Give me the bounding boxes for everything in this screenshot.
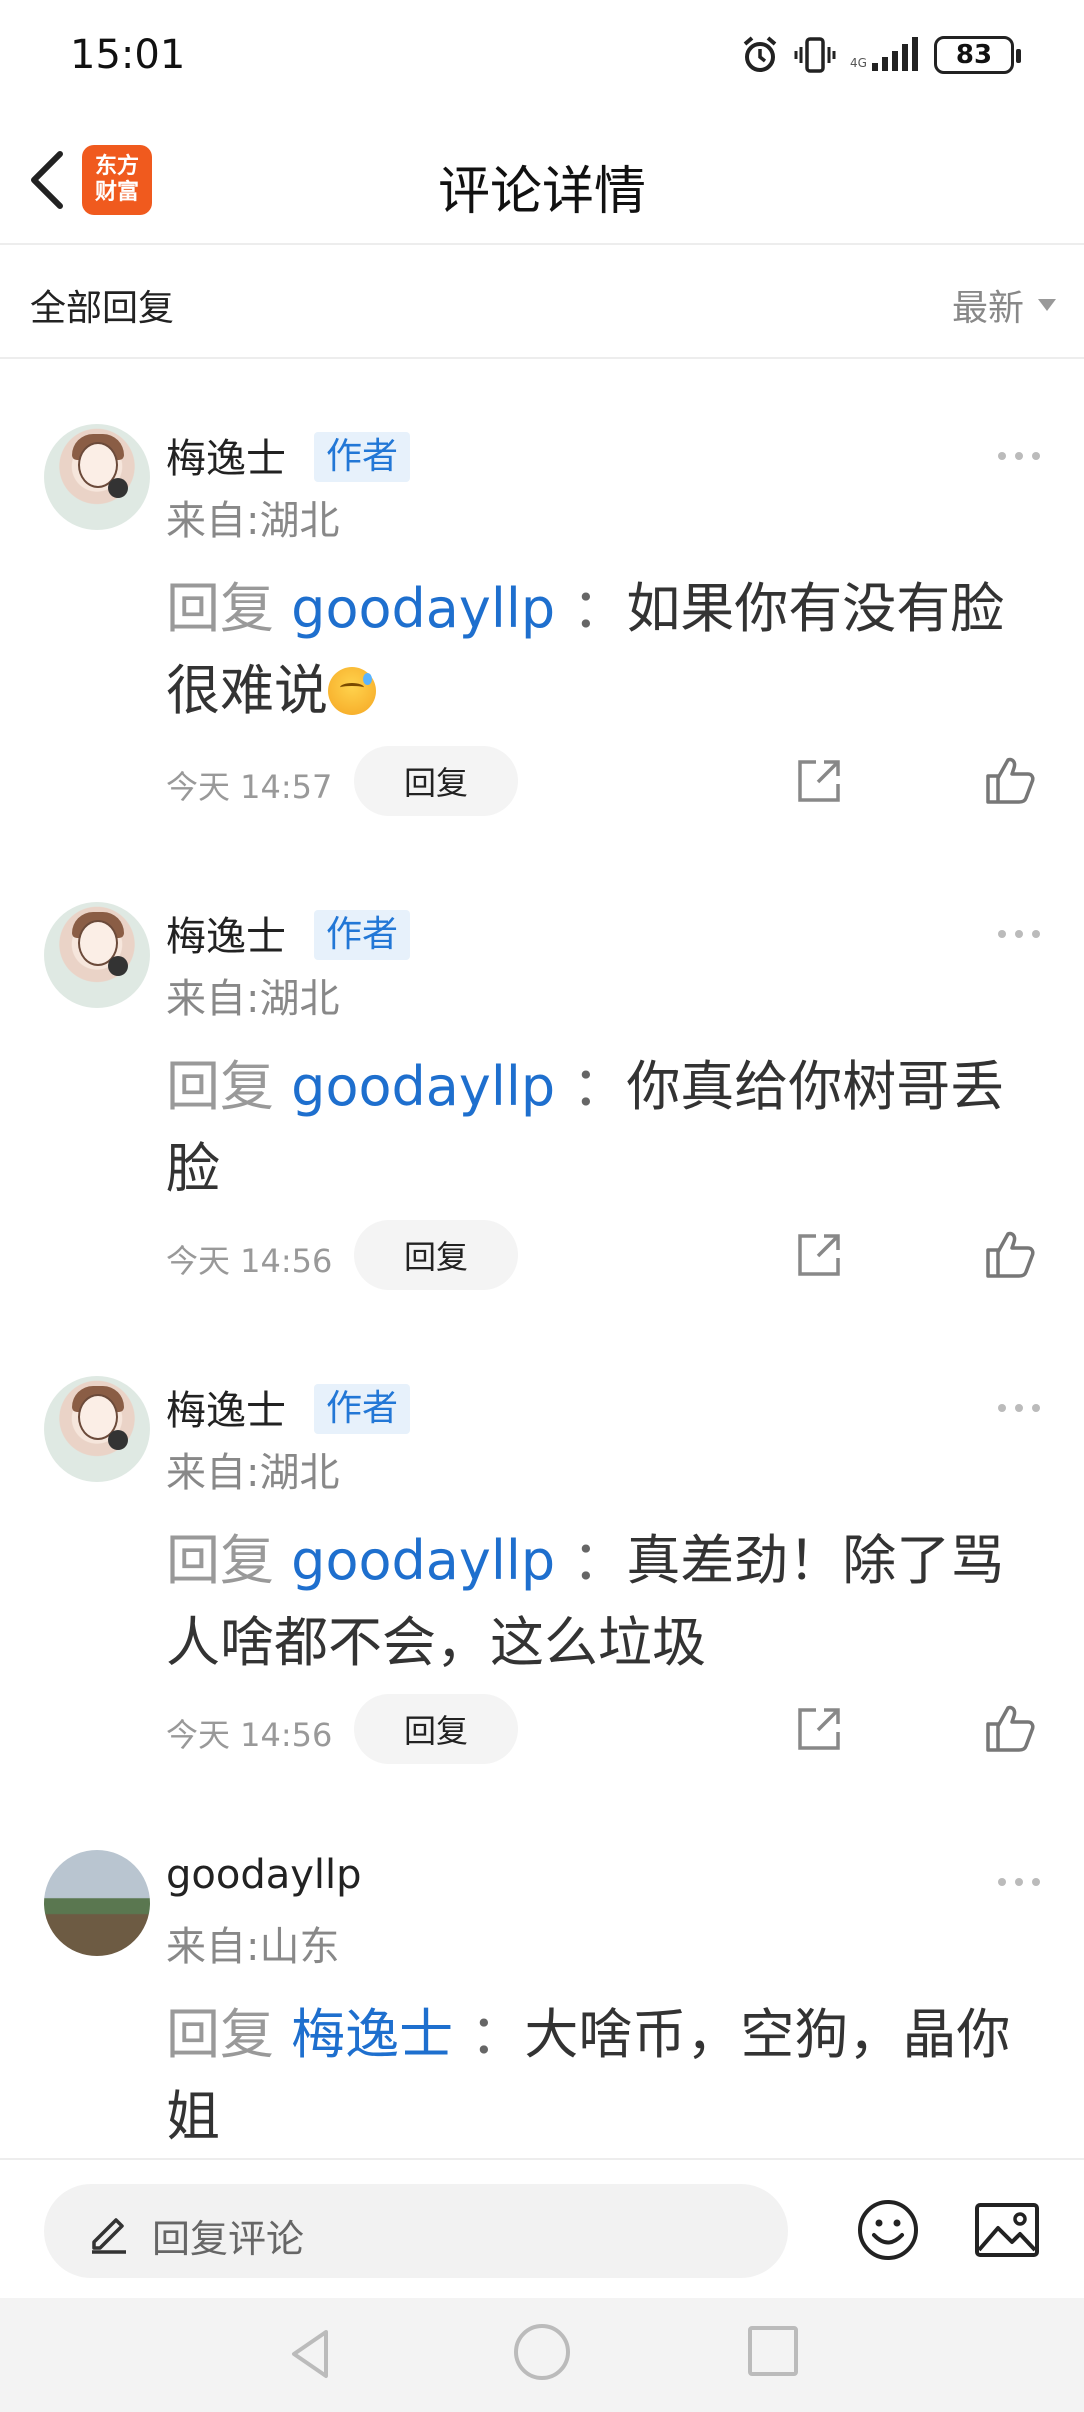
reply-input-bar: 回复评论 — [0, 2158, 1084, 2298]
more-options-button[interactable] — [998, 452, 1040, 460]
battery-icon: 83 — [934, 36, 1021, 74]
emoji-icon[interactable] — [856, 2198, 920, 2262]
author-badge: 作者 — [314, 1384, 411, 1434]
reply-button[interactable]: 回复 — [354, 746, 518, 816]
signal-icon: 4G — [850, 37, 918, 71]
sweat-face-emoji-icon — [328, 667, 376, 715]
mention-link[interactable]: goodayllp — [291, 1055, 555, 1118]
all-replies-label: 全部回复 — [30, 288, 175, 329]
separator: ： — [572, 1529, 627, 1592]
avatar[interactable] — [44, 902, 150, 1008]
comment-content: 回复 goodayllp ：你真给你树哥丢脸 — [166, 1046, 1020, 1210]
comment-meta: 今天 14:56 回复 — [166, 1694, 1084, 1764]
timestamp: 今天 14:56 — [166, 1242, 333, 1280]
thumbs-up-icon[interactable] — [984, 1228, 1036, 1280]
system-back-icon[interactable] — [282, 2324, 342, 2384]
sort-value: 最新 — [951, 288, 1024, 329]
input-placeholder: 回复评论 — [152, 2217, 305, 2261]
system-home-icon[interactable] — [514, 2324, 570, 2380]
author-badge: 作者 — [314, 432, 411, 482]
svg-text:4G: 4G — [850, 56, 867, 70]
more-options-button[interactable] — [998, 1878, 1040, 1886]
reply-word: 回复 — [166, 2003, 274, 2066]
reply-comment-input[interactable]: 回复评论 — [44, 2184, 788, 2278]
separator: ： — [572, 577, 627, 640]
separator: ： — [572, 1055, 627, 1118]
avatar[interactable] — [44, 1850, 150, 1956]
username[interactable]: goodayllp — [166, 1852, 362, 1898]
caret-down-icon — [1038, 299, 1056, 311]
thumbs-up-icon[interactable] — [984, 1702, 1036, 1754]
comment-meta: 今天 14:56 回复 — [166, 1220, 1084, 1290]
location: 来自:山东 — [166, 1924, 340, 1970]
page-title: 评论详情 — [437, 162, 646, 222]
comment-meta: 今天 14:57 回复 — [166, 746, 1084, 816]
comment-content: 回复 goodayllp ：如果你有没有脸很难说 — [166, 568, 1020, 732]
mention-link[interactable]: goodayllp — [291, 1529, 555, 1592]
separator: ： — [470, 2003, 525, 2066]
username[interactable]: 梅逸士 — [166, 1378, 286, 1436]
share-icon[interactable] — [794, 1704, 844, 1754]
system-recents-icon[interactable] — [748, 2326, 798, 2376]
pencil-icon — [92, 2218, 126, 2254]
author-badge: 作者 — [314, 910, 411, 960]
mention-link[interactable]: 梅逸士 — [291, 2003, 453, 2066]
comment-content: 回复 goodayllp ：真差劲！除了骂人啥都不会，这么垃圾 — [166, 1520, 1020, 1684]
username[interactable]: 梅逸士 — [166, 426, 286, 484]
reply-button[interactable]: 回复 — [354, 1694, 518, 1764]
comment-item: 梅逸士 作者 来自:湖北 回复 goodayllp ：如果你有没有脸很难说 今天… — [0, 424, 1084, 824]
sort-dropdown[interactable]: 最新 — [952, 279, 1056, 331]
timestamp: 今天 14:57 — [166, 768, 333, 806]
comment-item: goodayllp 来自:山东 回复 梅逸士 ：大啥币，空狗，晶你姐 — [0, 1850, 1084, 2150]
more-options-button[interactable] — [998, 1404, 1040, 1412]
location: 来自:湖北 — [166, 1450, 340, 1496]
timestamp: 今天 14:56 — [166, 1716, 333, 1754]
comment-item: 梅逸士 作者 来自:湖北 回复 goodayllp ：你真给你树哥丢脸 今天 1… — [0, 902, 1084, 1302]
location: 来自:湖北 — [166, 976, 340, 1022]
comment-content: 回复 梅逸士 ：大啥币，空狗，晶你姐 — [166, 1994, 1020, 2158]
location: 来自:湖北 — [166, 498, 340, 544]
more-options-button[interactable] — [998, 930, 1040, 938]
system-nav-bar — [0, 2298, 1084, 2412]
reply-button[interactable]: 回复 — [354, 1220, 518, 1290]
username[interactable]: 梅逸士 — [166, 904, 286, 962]
share-icon[interactable] — [794, 756, 844, 806]
reply-word: 回复 — [166, 1055, 274, 1118]
status-icons: 4G 83 — [740, 30, 1021, 80]
reply-word: 回复 — [166, 1529, 274, 1592]
comment-item: 梅逸士 作者 来自:湖北 回复 goodayllp ：真差劲！除了骂人啥都不会，… — [0, 1376, 1084, 1776]
thumbs-up-icon[interactable] — [984, 754, 1036, 806]
battery-level: 83 — [955, 40, 993, 70]
avatar[interactable] — [44, 424, 150, 530]
nav-bar: 东方 财富 评论详情 — [0, 115, 1084, 245]
sort-bar: 全部回复 最新 — [0, 247, 1084, 359]
vibrate-icon — [794, 37, 836, 73]
status-time: 15:01 — [70, 32, 186, 78]
mention-link[interactable]: goodayllp — [291, 577, 555, 640]
avatar[interactable] — [44, 1376, 150, 1482]
alarm-icon — [743, 36, 777, 72]
reply-word: 回复 — [166, 577, 274, 640]
share-icon[interactable] — [794, 1230, 844, 1280]
image-icon[interactable] — [974, 2200, 1040, 2260]
status-bar: 15:01 4G 83 — [0, 0, 1084, 115]
